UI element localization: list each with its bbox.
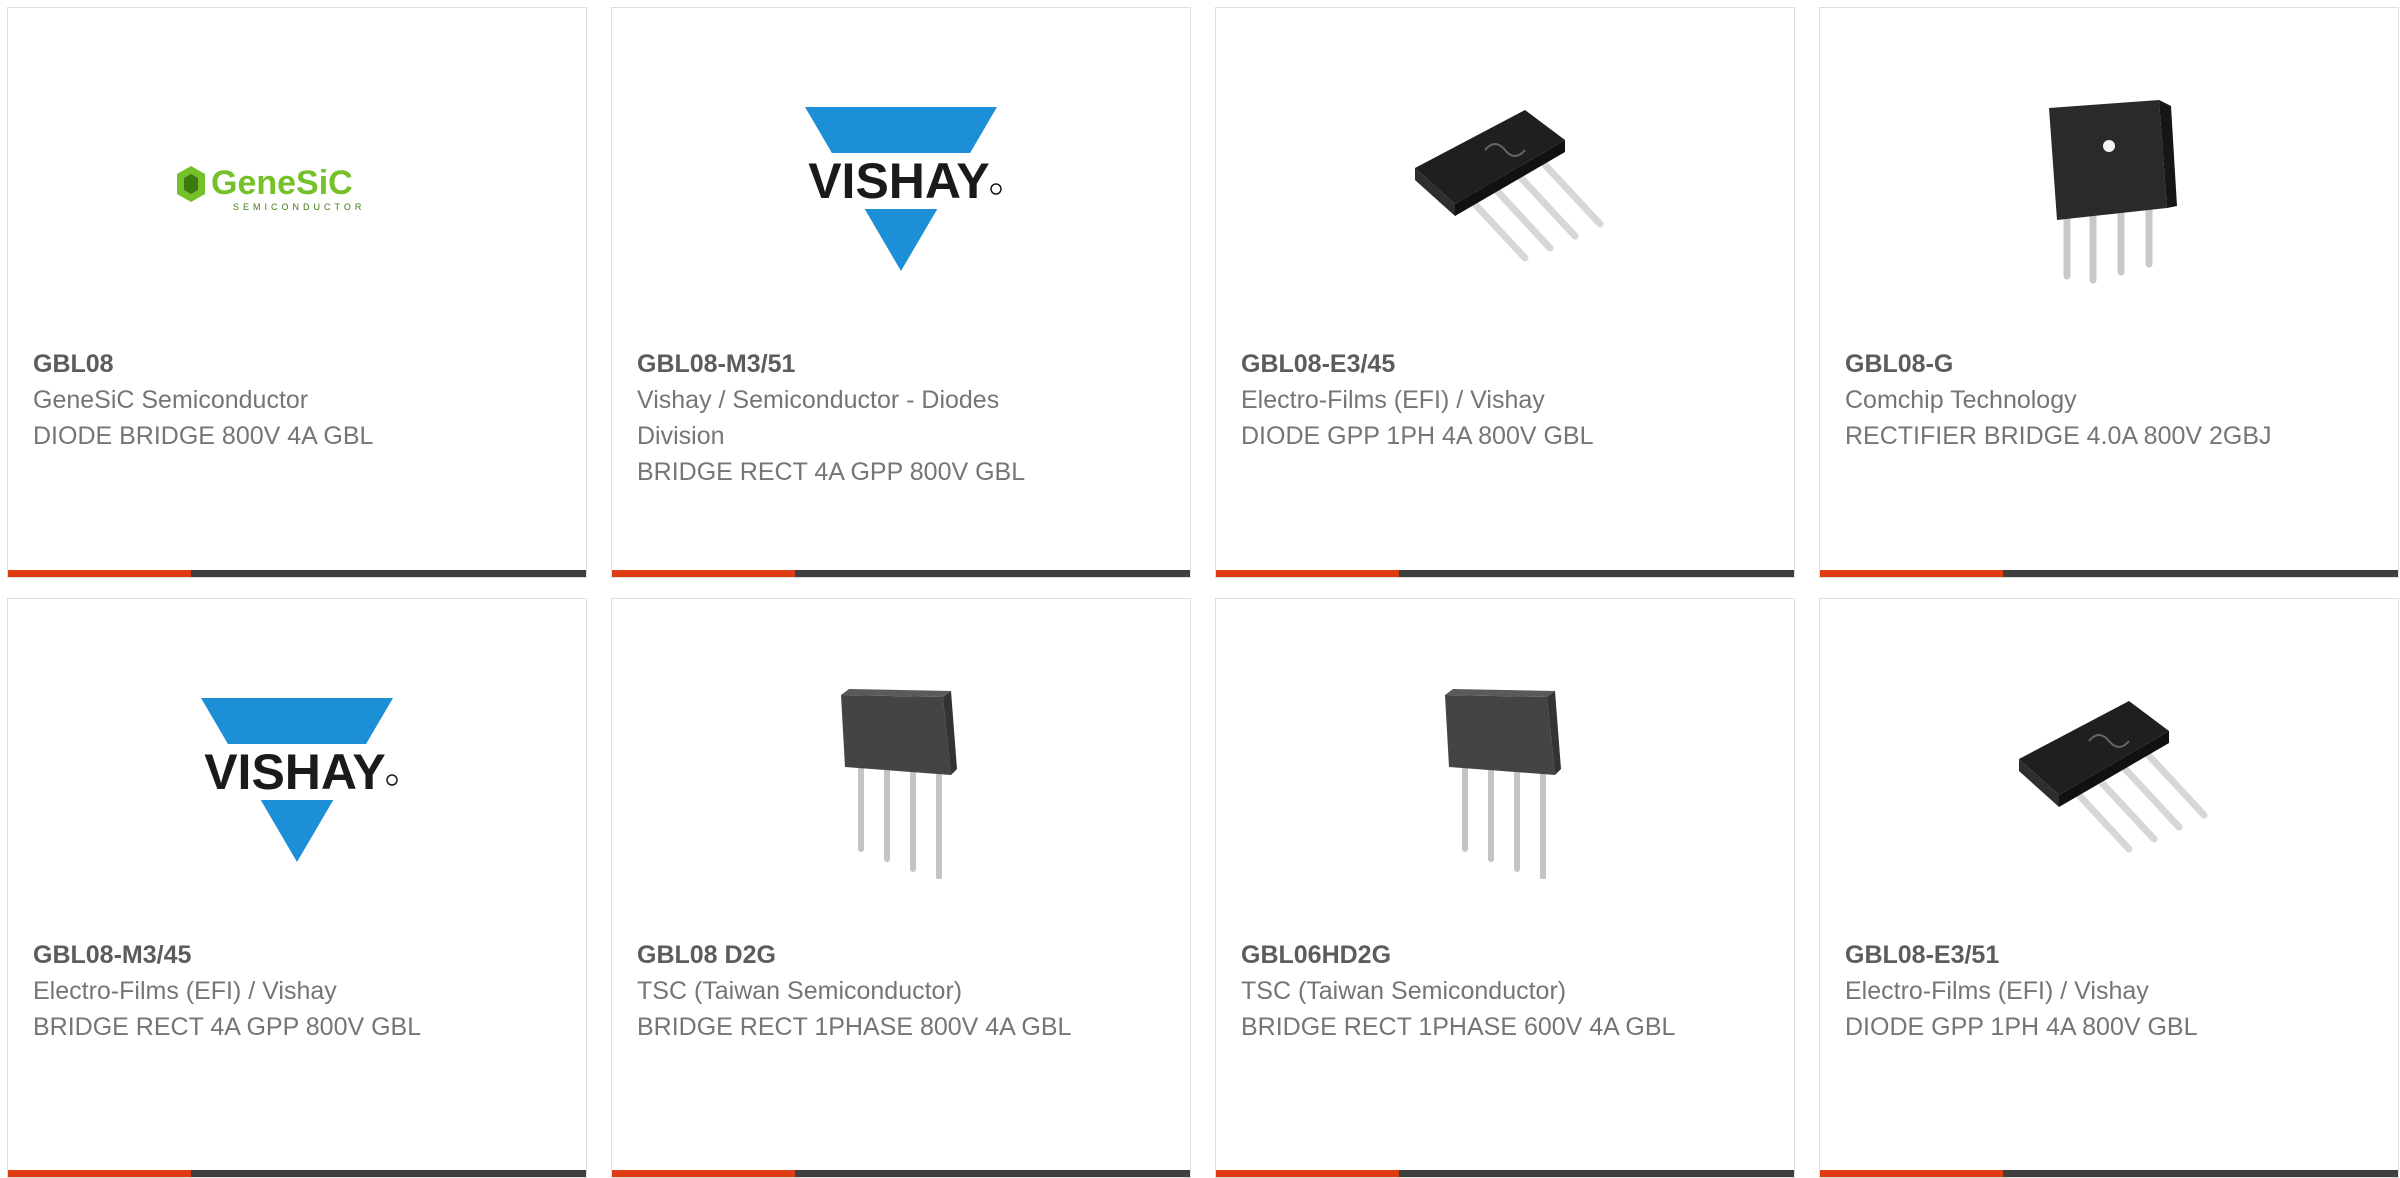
part-number[interactable]: GBL06HD2G	[1241, 937, 1691, 973]
card-footer-bar	[8, 1170, 586, 1177]
description: RECTIFIER BRIDGE 4.0A 800V 2GBJ	[1845, 422, 2272, 450]
part-number[interactable]: GBL08	[33, 346, 483, 382]
manufacturer: Comchip Technology	[1845, 386, 2077, 414]
part-number[interactable]: GBL08-M3/45	[33, 937, 483, 973]
manufacturer: TSC (Taiwan Semiconductor)	[637, 977, 963, 1005]
card-footer-bar	[1216, 570, 1794, 577]
product-card[interactable]: VISHAY GBL08-M3/45 Electro-Films (EFI) /…	[7, 598, 587, 1178]
product-card[interactable]: GBL08-E3/45 Electro-Films (EFI) / Vishay…	[1215, 7, 1795, 578]
product-card[interactable]: GBL08-G Comchip Technology RECTIFIER BRI…	[1819, 7, 2399, 578]
vishay-logo-image: VISHAY	[8, 659, 586, 899]
bridge-rectifier-image	[1820, 659, 2398, 899]
part-number[interactable]: GBL08-G	[1845, 346, 2295, 382]
manufacturer: Electro-Films (EFI) / Vishay	[1241, 386, 1545, 414]
manufacturer: Electro-Films (EFI) / Vishay	[1845, 977, 2149, 1005]
description: BRIDGE RECT 1PHASE 800V 4A GBL	[637, 1013, 1072, 1041]
bridge-rectifier-image	[612, 659, 1190, 899]
part-number[interactable]: GBL08-E3/45	[1241, 346, 1691, 382]
card-footer-bar	[612, 570, 1190, 577]
product-card[interactable]: GBL08 D2G TSC (Taiwan Semiconductor) BRI…	[611, 598, 1191, 1178]
manufacturer: Electro-Films (EFI) / Vishay	[33, 977, 337, 1005]
card-accent-bar	[8, 570, 191, 577]
description: DIODE BRIDGE 800V 4A GBL	[33, 422, 374, 450]
card-footer-bar	[1820, 1170, 2398, 1177]
description: BRIDGE RECT 1PHASE 600V 4A GBL	[1241, 1013, 1676, 1041]
svg-text:SEMICONDUCTOR: SEMICONDUCTOR	[233, 202, 365, 212]
product-card[interactable]: VISHAY GBL08-M3/51 Vishay / Semiconducto…	[611, 7, 1191, 578]
description: DIODE GPP 1PH 4A 800V GBL	[1241, 422, 1594, 450]
manufacturer: Vishay / Semiconductor - Diodes Division	[637, 386, 1000, 450]
card-footer-bar	[612, 1170, 1190, 1177]
manufacturer: TSC (Taiwan Semiconductor)	[1241, 977, 1567, 1005]
card-accent-bar	[1820, 570, 2003, 577]
svg-text:GeneSiC: GeneSiC	[211, 164, 353, 202]
bridge-rectifier-image	[1216, 68, 1794, 308]
bridge-rectifier-image	[1216, 659, 1794, 899]
genesic-logo-image: GeneSiC SEMICONDUCTOR	[8, 68, 586, 308]
card-accent-bar	[612, 570, 795, 577]
product-card[interactable]: GeneSiC SEMICONDUCTOR GBL08 GeneSiC Semi…	[7, 7, 587, 578]
product-card[interactable]: GBL08-E3/51 Electro-Films (EFI) / Vishay…	[1819, 598, 2399, 1178]
card-footer-bar	[1216, 1170, 1794, 1177]
description: BRIDGE RECT 4A GPP 800V GBL	[637, 458, 1026, 486]
card-footer-bar	[8, 570, 586, 577]
bridge-rectifier-image	[1820, 68, 2398, 308]
product-card[interactable]: GBL06HD2G TSC (Taiwan Semiconductor) BRI…	[1215, 598, 1795, 1178]
part-number[interactable]: GBL08 D2G	[637, 937, 1087, 973]
svg-text:VISHAY: VISHAY	[808, 153, 990, 209]
svg-text:VISHAY: VISHAY	[204, 744, 386, 800]
card-accent-bar	[612, 1170, 795, 1177]
part-number[interactable]: GBL08-M3/51	[637, 346, 1087, 382]
card-accent-bar	[8, 1170, 191, 1177]
card-footer-bar	[1820, 570, 2398, 577]
card-accent-bar	[1820, 1170, 2003, 1177]
vishay-logo-image: VISHAY	[612, 68, 1190, 308]
manufacturer: GeneSiC Semiconductor	[33, 386, 309, 414]
card-accent-bar	[1216, 570, 1399, 577]
card-accent-bar	[1216, 1170, 1399, 1177]
description: DIODE GPP 1PH 4A 800V GBL	[1845, 1013, 2198, 1041]
description: BRIDGE RECT 4A GPP 800V GBL	[33, 1013, 422, 1041]
part-number[interactable]: GBL08-E3/51	[1845, 937, 2295, 973]
